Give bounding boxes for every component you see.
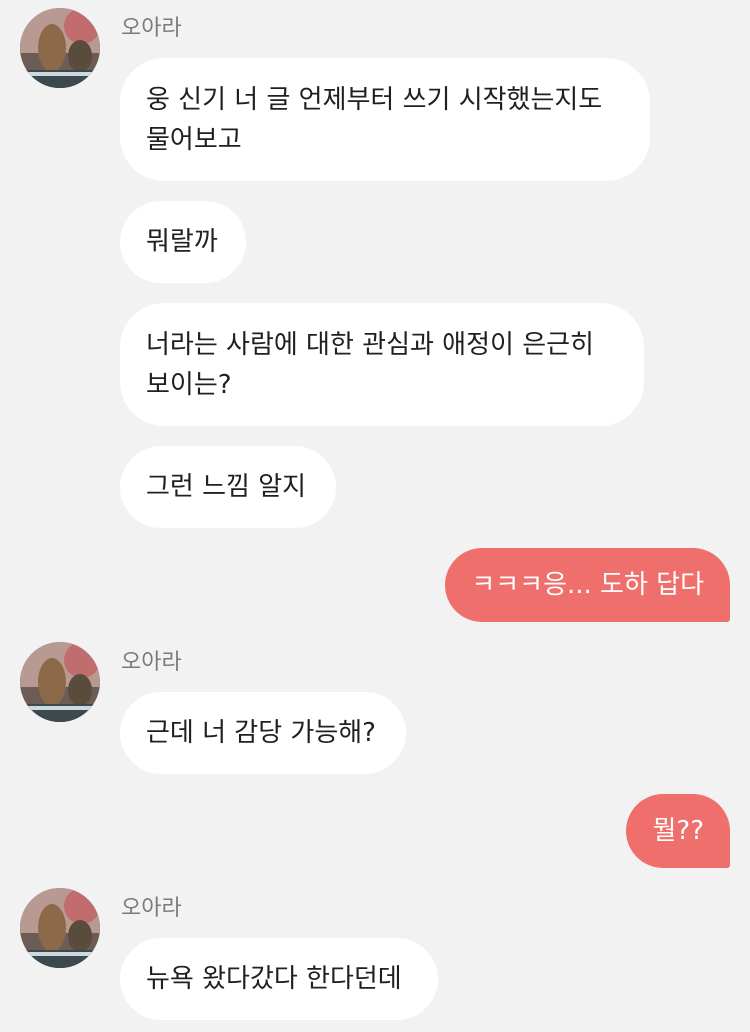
message-text: ㅋㅋㅋ응... 도하 답다 <box>471 570 704 600</box>
sender-name: 오아라 <box>121 896 182 921</box>
outgoing-message-bubble[interactable]: ㅋㅋㅋ응... 도하 답다 <box>445 548 730 622</box>
sender-name: 오아라 <box>121 650 182 675</box>
sender-avatar[interactable] <box>20 888 100 968</box>
incoming-message-bubble[interactable]: 너라는 사람에 대한 관심과 애정이 은근히 보이는? <box>120 303 644 426</box>
message-text: 근데 너 감당 가능해? <box>146 718 376 748</box>
sender-avatar[interactable] <box>20 8 100 88</box>
avatar-photo-icon <box>20 642 100 722</box>
message-text: 뉴욕 왔다갔다 한다던데 <box>146 964 402 994</box>
sender-name: 오아라 <box>121 16 182 41</box>
message-text-line: 웅 신기 너 글 언제부터 쓰기 시작했는지도 <box>146 85 603 115</box>
outgoing-message-bubble[interactable]: 뭘?? <box>626 794 730 868</box>
avatar-photo-icon <box>20 888 100 968</box>
incoming-message-bubble[interactable]: 근데 너 감당 가능해? <box>120 692 406 774</box>
sender-avatar[interactable] <box>20 642 100 722</box>
message-text-line: 물어보고 <box>146 125 242 155</box>
message-text: 그런 느낌 알지 <box>146 472 307 502</box>
incoming-message-bubble[interactable]: 웅 신기 너 글 언제부터 쓰기 시작했는지도 물어보고 <box>120 58 650 181</box>
message-text-line: 보이는? <box>146 370 232 400</box>
message-text: 뭘?? <box>652 816 704 846</box>
avatar-photo-icon <box>20 8 100 88</box>
incoming-message-bubble[interactable]: 뭐랄까 <box>120 201 246 283</box>
incoming-message-bubble[interactable]: 뉴욕 왔다갔다 한다던데 <box>120 938 438 1020</box>
message-text: 뭐랄까 <box>146 227 218 257</box>
message-text-line: 너라는 사람에 대한 관심과 애정이 은근히 <box>146 330 594 360</box>
incoming-message-bubble[interactable]: 그런 느낌 알지 <box>120 446 336 528</box>
